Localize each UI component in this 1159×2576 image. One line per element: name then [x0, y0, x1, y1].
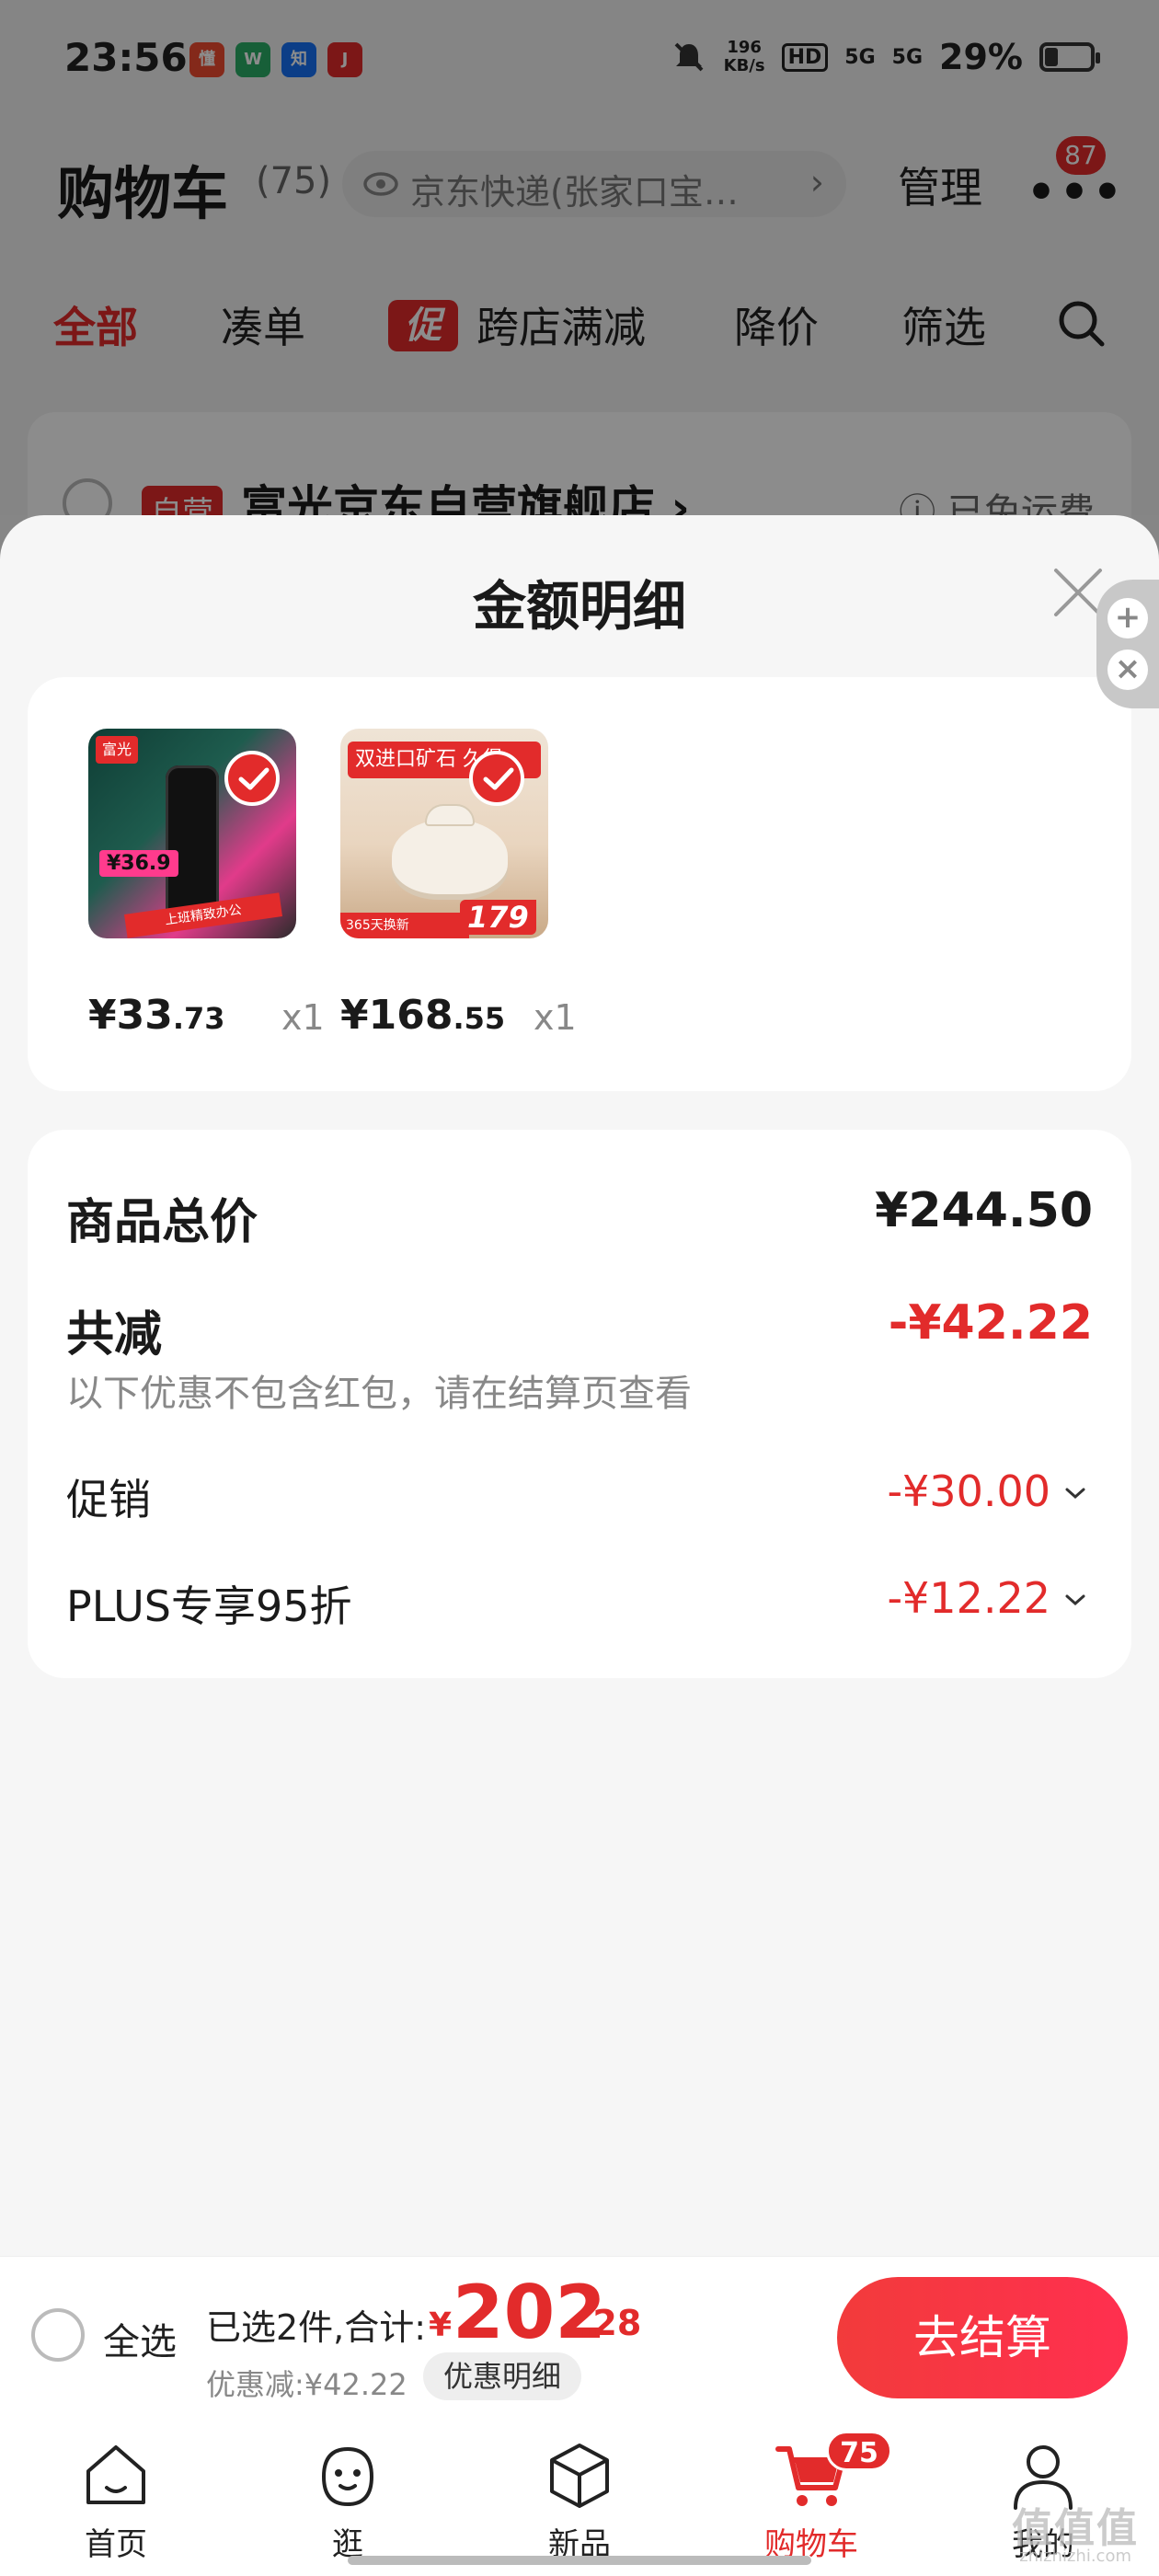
watermark-sub: zhizhizhi.com	[1019, 2547, 1131, 2566]
total-price-value: ¥244.50	[875, 1183, 1093, 1238]
chevron-down-icon[interactable]	[1063, 1481, 1087, 1505]
product-item[interactable]: 双进口矿石 久煲 365天换新 179 ¥168.55 x1	[340, 729, 577, 1039]
product-quantity: x1	[281, 997, 325, 1038]
thumb-brand: 富光	[96, 736, 138, 764]
reduction-note: 以下优惠不包含红包，请在结算页查看	[66, 1373, 692, 1415]
floating-widget: + ×	[1096, 580, 1159, 708]
product-price: ¥168.55	[340, 992, 505, 1039]
sheet-title: 金额明细	[472, 575, 686, 638]
thumb-price: 179	[460, 900, 536, 935]
total-reduction-label: 共减	[66, 1307, 163, 1363]
checked-icon	[469, 751, 524, 806]
total-currency: ¥	[429, 2306, 453, 2344]
clay-pot-image	[392, 819, 508, 894]
price-integer: ¥33	[88, 992, 173, 1039]
select-all-radio[interactable]	[31, 2308, 85, 2362]
thermos-bottle-image	[166, 765, 219, 920]
product-price: ¥33.73	[88, 992, 225, 1039]
discount-amount: 优惠减:¥42.22	[206, 2367, 407, 2402]
tab-new[interactable]: 新品	[506, 2436, 653, 2564]
product-quantity: x1	[534, 997, 577, 1038]
chevron-down-icon[interactable]	[1063, 1588, 1087, 1612]
tab-label: 首页	[85, 2526, 147, 2563]
product-image: 双进口矿石 久煲 365天换新 179	[340, 729, 548, 938]
plus-discount-value[interactable]: -¥12.22	[887, 1573, 1050, 1623]
tab-home[interactable]: 首页	[42, 2436, 189, 2564]
price-decimal: .73	[172, 1001, 225, 1036]
clay-pot-lid	[425, 804, 475, 826]
discount-detail-button[interactable]: 优惠明细	[423, 2352, 582, 2400]
total-reduction-value: -¥42.22	[888, 1295, 1093, 1351]
thumb-price: ¥36.9	[99, 850, 178, 877]
product-image: 富光 ¥36.9 上班精致办公	[88, 729, 296, 938]
checkout-button[interactable]: 去结算	[837, 2277, 1128, 2398]
price-summary-card: 商品总价 ¥244.50 共减 -¥42.22 以下优惠不包含红包，请在结算页查…	[28, 1130, 1131, 1678]
close-small-icon[interactable]: ×	[1107, 650, 1148, 690]
price-decimal: .55	[453, 1001, 506, 1036]
promotion-value[interactable]: -¥30.00	[887, 1466, 1050, 1516]
checkout-bar: 全选 已选2件,合计: ¥ 202 .28 优惠减:¥42.22 优惠明细 去结…	[0, 2256, 1159, 2414]
thumb-footer: 365天换新	[340, 913, 469, 938]
total-decimal: .28	[580, 2303, 642, 2343]
product-item[interactable]: 富光 ¥36.9 上班精致办公 ¥33.73 x1	[88, 729, 325, 1039]
checked-icon	[224, 751, 280, 806]
plus-discount-label: PLUS专享95折	[66, 1581, 352, 1631]
home-icon	[86, 2445, 145, 2504]
amount-detail-sheet: 金额明细 富光 ¥36.9 上班精致办公 ¥33.73 x1 双进口矿石 久煲	[0, 515, 1159, 2256]
total-price-label: 商品总价	[66, 1195, 258, 1250]
stroll-icon	[321, 2446, 374, 2507]
new-box-icon	[550, 2444, 609, 2508]
bottom-tab-bar: 首页 逛 新品 75 购物车 我的	[0, 2414, 1159, 2576]
plus-icon[interactable]: +	[1107, 598, 1148, 638]
watermark: 值值值	[1012, 2505, 1139, 2552]
select-all-label[interactable]: 全选	[103, 2312, 177, 2365]
selected-count-text: 已选2件,合计:	[206, 2307, 427, 2348]
promotion-label: 促销	[66, 1475, 151, 1524]
cart-count-badge: 75	[826, 2431, 892, 2471]
selected-products-card: 富光 ¥36.9 上班精致办公 ¥33.73 x1 双进口矿石 久煲 365天换…	[28, 677, 1131, 1091]
price-integer: ¥168	[340, 992, 453, 1039]
home-indicator[interactable]	[348, 2556, 811, 2565]
tab-stroll[interactable]: 逛	[274, 2436, 421, 2564]
tab-cart[interactable]: 75 购物车	[738, 2431, 892, 2564]
